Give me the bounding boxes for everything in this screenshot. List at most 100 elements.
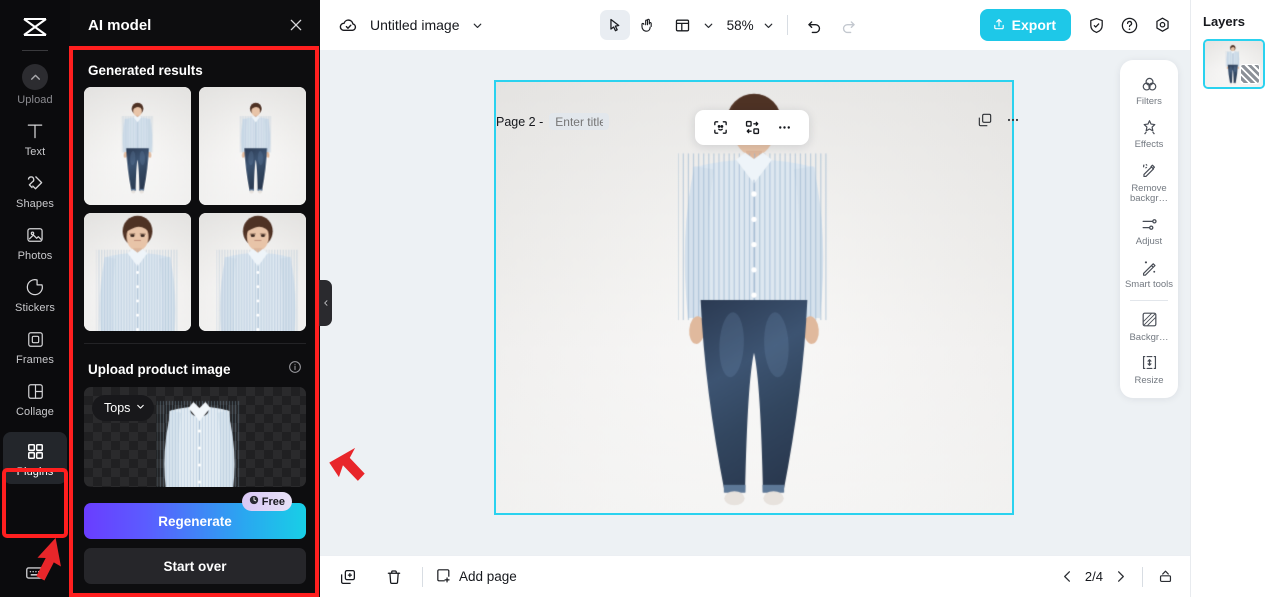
duplicate-page-icon[interactable] (334, 563, 362, 591)
page-more-ellipsis-icon[interactable] (1005, 112, 1021, 128)
right-tool-label: Effects (1134, 139, 1164, 151)
selection-float-toolbar (695, 110, 809, 145)
effects-sparkle-icon (1138, 116, 1160, 138)
layout-tool[interactable] (668, 10, 698, 40)
capcut-logo-icon (18, 14, 52, 40)
sidebar-label-text: Text (24, 146, 46, 158)
shield-check-icon[interactable] (1082, 11, 1110, 39)
right-tool-label: Resize (1134, 374, 1164, 386)
start-over-button[interactable]: Start over (84, 548, 306, 584)
coin-icon (249, 495, 259, 508)
upload-chevron-icon (22, 64, 48, 90)
chevron-down-icon (135, 401, 146, 415)
panel-header: AI model (70, 0, 320, 50)
collage-icon (23, 379, 47, 403)
help-circle-icon[interactable] (1115, 11, 1143, 39)
sidebar-item-upload[interactable]: Upload (3, 57, 67, 112)
sidebar-item-photos[interactable]: Photos (3, 216, 67, 268)
sidebar-bottom (0, 562, 70, 589)
add-page-button[interactable]: Add page (435, 567, 517, 587)
sidebar-label-plugins: Plugins (16, 466, 54, 478)
category-dropdown-tops[interactable]: Tops (92, 395, 155, 421)
regenerate-wrapper: Regenerate Free (84, 492, 306, 539)
pages-tray-icon[interactable] (1157, 568, 1174, 585)
duplicate-icon[interactable] (977, 112, 993, 128)
zoom-level-value: 58% (726, 17, 754, 33)
right-tool-resize[interactable]: Resize (1122, 347, 1176, 390)
sidebar-label-frames: Frames (16, 354, 54, 366)
swap-shapes-icon[interactable] (739, 115, 765, 141)
right-tool-label: Remove backgr… (1129, 182, 1168, 204)
right-tool-label: Smart tools (1124, 279, 1174, 291)
panel-title: AI model (88, 16, 152, 34)
product-image-dropzone[interactable]: Tops (84, 387, 306, 487)
chevron-down-icon[interactable] (471, 19, 484, 32)
result-thumbnail[interactable] (199, 87, 306, 205)
export-button[interactable]: Export (979, 9, 1071, 41)
select-tool[interactable] (599, 10, 630, 40)
result-thumbnail[interactable] (84, 213, 191, 331)
right-tool-smart-tools[interactable]: Smart tools (1122, 251, 1176, 294)
right-tool-filters[interactable]: Filters (1122, 68, 1176, 111)
next-page-button[interactable] (1113, 569, 1128, 584)
panel-collapse-toggle[interactable] (319, 280, 332, 326)
toolbar-divider (786, 15, 788, 35)
rail-divider (22, 50, 48, 51)
sidebar-item-plugins[interactable]: Plugins (3, 432, 67, 484)
ellipsis-icon[interactable] (771, 115, 797, 141)
layers-title: Layers (1203, 14, 1245, 29)
ai-model-panel: AI model Generated results Upload produc… (70, 0, 320, 597)
sidebar-label-photos: Photos (17, 250, 53, 262)
close-icon[interactable] (286, 15, 306, 35)
zoom-chevron-down-icon[interactable] (762, 19, 775, 32)
dashed-select-icon[interactable] (707, 115, 733, 141)
page-actions (977, 112, 1021, 128)
plugins-grid-icon (23, 439, 47, 463)
magic-wand-icon (1138, 256, 1160, 278)
page-label-row: Page 2 - (496, 113, 610, 130)
sidebar-item-text[interactable]: Text (3, 112, 67, 164)
document-title[interactable]: Untitled image (370, 17, 460, 33)
sidebar-item-frames[interactable]: Frames (3, 320, 67, 372)
generated-results-heading: Generated results (88, 63, 203, 78)
undo-button[interactable] (800, 10, 830, 40)
stickers-icon (23, 275, 47, 299)
right-tool-remove-background[interactable]: Remove backgr… (1122, 155, 1176, 209)
sidebar-label-stickers: Stickers (15, 302, 55, 314)
right-tools-divider (1130, 299, 1168, 301)
right-tool-column: Filters Effects Remove backgr… Adjust Sm… (1120, 60, 1178, 398)
right-tool-adjust[interactable]: Adjust (1122, 208, 1176, 251)
settings-gear-icon[interactable] (1148, 11, 1176, 39)
topbar-left: Untitled image (338, 15, 484, 36)
keyboard-shortcuts-icon[interactable] (24, 562, 46, 589)
page-title-input[interactable] (549, 113, 610, 130)
prev-page-button[interactable] (1060, 569, 1075, 584)
panel-body: Generated results Upload product image T… (70, 50, 320, 597)
sidebar-label-shapes: Shapes (16, 198, 54, 210)
artboard[interactable] (494, 80, 1014, 515)
pager-divider (1142, 566, 1143, 587)
layer-item[interactable] (1203, 39, 1265, 89)
page-indicator: 2/4 (1084, 569, 1103, 584)
sidebar-item-shapes[interactable]: Shapes (3, 164, 67, 216)
cloud-saved-icon[interactable] (338, 15, 359, 36)
layout-chevron-down-icon[interactable] (702, 19, 715, 32)
trash-icon[interactable] (380, 563, 408, 591)
page-navigator: 2/4 (1060, 566, 1174, 587)
main-area: Untitled image 58% Export Page 2 - Enter… (320, 0, 1190, 597)
right-tool-label: Adjust (1135, 236, 1163, 247)
result-thumbnail[interactable] (199, 213, 306, 331)
hand-tool[interactable] (634, 10, 664, 40)
result-thumbnail[interactable] (84, 87, 191, 205)
sidebar-label-collage: Collage (15, 406, 54, 418)
right-tool-background[interactable]: Backgr… (1122, 304, 1176, 347)
sidebar-item-stickers[interactable]: Stickers (3, 268, 67, 320)
info-icon[interactable] (288, 360, 302, 379)
redo-button[interactable] (834, 10, 864, 40)
canvas-area[interactable]: Page 2 - Enter title Filters Effects Rem… (320, 50, 1190, 555)
sidebar-label-upload: Upload (17, 94, 53, 106)
right-tool-effects[interactable]: Effects (1122, 111, 1176, 154)
transparency-badge-icon (1240, 64, 1260, 84)
sidebar-item-collage[interactable]: Collage (3, 372, 67, 424)
upload-section-header: Upload product image (70, 344, 320, 387)
